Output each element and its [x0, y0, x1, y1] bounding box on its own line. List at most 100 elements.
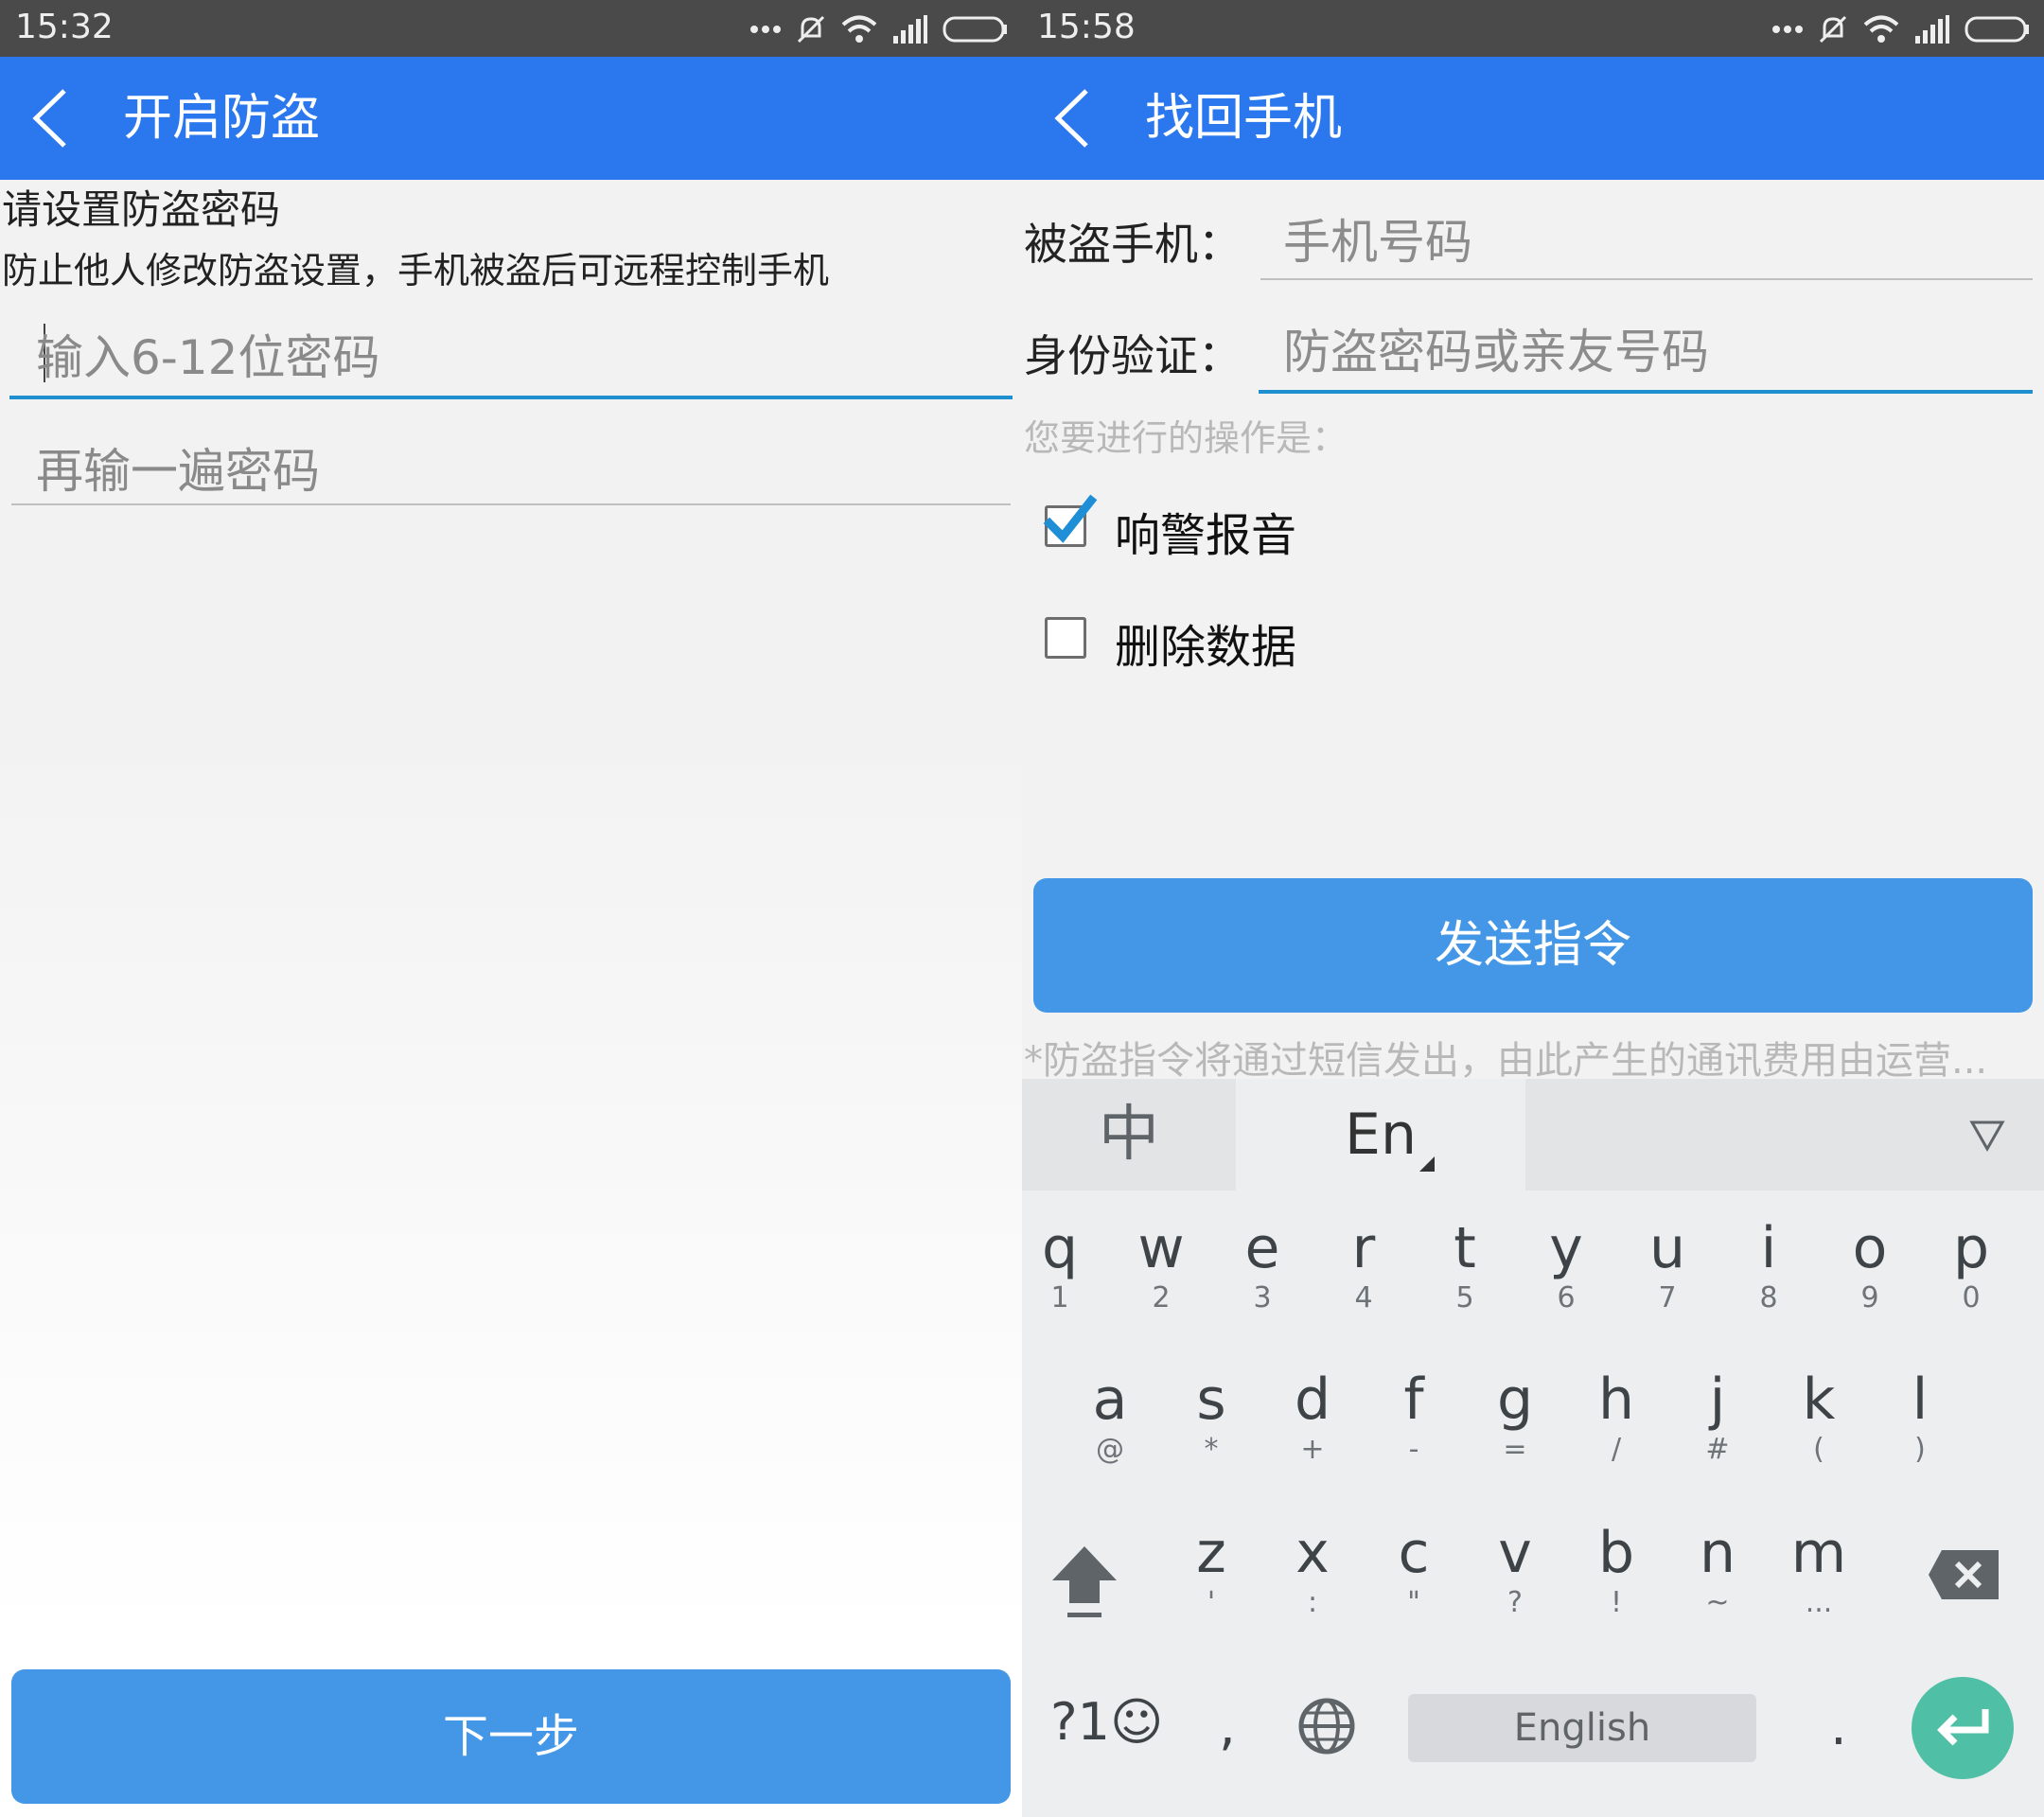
key-x[interactable]: x:	[1275, 1520, 1350, 1620]
phone-number-input[interactable]: 手机号码	[1260, 199, 2033, 280]
comma-key[interactable]: ,	[1219, 1696, 1236, 1757]
key-o[interactable]: o9	[1832, 1215, 1908, 1315]
sms-fee-notice: *防盗指令将通过短信发出，由此产生的通讯费用由运营...	[1024, 1039, 1988, 1083]
key-u[interactable]: u7	[1630, 1215, 1705, 1315]
key-r[interactable]: r4	[1326, 1215, 1401, 1315]
key-letter: o	[1852, 1215, 1888, 1281]
key-f[interactable]: f-	[1376, 1367, 1452, 1467]
wifi-icon	[1863, 15, 1899, 43]
key-s[interactable]: s *	[1173, 1367, 1249, 1467]
tab-chinese[interactable]: 中	[1022, 1079, 1236, 1191]
period-key[interactable]: .	[1830, 1696, 1847, 1757]
key-letter: a	[1092, 1367, 1128, 1433]
left-screen: 15:32 开启防盗 请设置防盗密码 防止他人修改防盗设置，手机被盗后可远程控制…	[0, 0, 1022, 1817]
page-title: 开启防盗	[123, 90, 321, 147]
enter-key[interactable]	[1912, 1677, 2014, 1779]
key-p[interactable]: p0	[1933, 1215, 2009, 1315]
wipe-data-checkbox[interactable]	[1045, 617, 1086, 659]
key-c[interactable]: c "	[1376, 1520, 1452, 1620]
key-k[interactable]: k(	[1781, 1367, 1857, 1467]
key-z[interactable]: z '	[1173, 1520, 1249, 1620]
key-secondary: 4	[1354, 1281, 1373, 1314]
key-letter: k	[1802, 1367, 1836, 1433]
alarm-checkbox[interactable]	[1043, 494, 1098, 547]
tab-english[interactable]: En	[1236, 1079, 1525, 1191]
verify-label: 身份验证：	[1024, 330, 1242, 381]
verify-input[interactable]: 防盗密码或亲友号码	[1259, 309, 2033, 394]
key-secondary: 3	[1253, 1281, 1272, 1314]
key-e[interactable]: e3	[1225, 1215, 1300, 1315]
key-a[interactable]: a @	[1072, 1367, 1148, 1467]
symbols-key[interactable]: ?1☺	[1050, 1692, 1163, 1752]
mute-icon	[1819, 15, 1847, 44]
key-letter: z	[1196, 1520, 1226, 1586]
right-screen: 15:58 找回手机 被盗手机： 手机号码 身份验证： 防盗密码或亲友号码 您要…	[1022, 0, 2044, 1817]
password-heading: 请设置防盗密码	[2, 186, 281, 233]
globe-icon[interactable]	[1296, 1696, 1357, 1756]
backspace-icon[interactable]	[1927, 1546, 2002, 1603]
key-secondary: 7	[1658, 1281, 1677, 1314]
key-secondary: '	[1207, 1586, 1216, 1619]
key-letter: s	[1196, 1367, 1226, 1433]
key-letter: d	[1294, 1367, 1331, 1433]
battery-icon	[943, 16, 1007, 43]
enter-icon	[1937, 1709, 1989, 1746]
key-d[interactable]: d +	[1275, 1367, 1350, 1467]
shift-icon[interactable]	[1047, 1541, 1122, 1626]
key-secondary: =	[1503, 1433, 1527, 1466]
key-secondary: 9	[1860, 1281, 1879, 1314]
dropdown-triangle-icon[interactable]	[1968, 1119, 2006, 1153]
more-dots-icon	[750, 26, 781, 33]
status-icons	[749, 11, 1009, 47]
key-secondary: /	[1611, 1433, 1622, 1466]
key-letter: w	[1137, 1215, 1185, 1281]
key-letter: v	[1498, 1520, 1532, 1586]
key-t[interactable]: t5	[1427, 1215, 1503, 1315]
key-h[interactable]: h /	[1578, 1367, 1654, 1467]
key-q[interactable]: q1	[1022, 1215, 1098, 1315]
tab-chinese-label: 中	[1099, 1100, 1159, 1170]
key-letter: h	[1597, 1367, 1635, 1433]
key-n[interactable]: n ~	[1680, 1520, 1755, 1620]
send-command-button[interactable]: 发送指令	[1033, 878, 2033, 1013]
alarm-option-label[interactable]: 响警报音	[1115, 498, 1296, 564]
key-secondary: 0	[1962, 1281, 1981, 1314]
key-v[interactable]: v?	[1477, 1520, 1553, 1620]
key-secondary: ...	[1805, 1586, 1833, 1619]
battery-icon	[1965, 16, 2029, 43]
key-l[interactable]: l)	[1882, 1367, 1958, 1467]
status-bar: 15:58	[1022, 0, 2044, 57]
key-secondary: +	[1300, 1433, 1325, 1466]
key-letter: g	[1496, 1367, 1534, 1433]
key-letter: c	[1398, 1520, 1430, 1586]
key-letter: y	[1549, 1215, 1583, 1281]
key-secondary: -	[1408, 1433, 1419, 1466]
key-letter: p	[1952, 1215, 1990, 1281]
key-letter: n	[1699, 1520, 1736, 1586]
confirm-password-input[interactable]: 再输一遍密码	[11, 422, 1011, 505]
key-letter: t	[1454, 1215, 1476, 1281]
key-letter: q	[1041, 1215, 1079, 1281]
status-time: 15:58	[1037, 8, 1136, 46]
key-letter: f	[1403, 1367, 1424, 1433]
key-y[interactable]: y6	[1528, 1215, 1604, 1315]
key-i[interactable]: i8	[1731, 1215, 1806, 1315]
signal-icon	[893, 15, 927, 44]
key-w[interactable]: w2	[1123, 1215, 1199, 1315]
page-title: 找回手机	[1145, 90, 1343, 147]
back-arrow-icon[interactable]	[1045, 83, 1101, 153]
password-input[interactable]: 输入6-12位密码	[9, 310, 1013, 399]
next-button[interactable]: 下一步	[11, 1669, 1011, 1804]
key-m[interactable]: m...	[1781, 1520, 1857, 1620]
key-b[interactable]: b!	[1578, 1520, 1654, 1620]
wipe-data-option-label[interactable]: 删除数据	[1115, 609, 1296, 676]
key-letter: u	[1648, 1215, 1686, 1281]
space-bar[interactable]: English	[1408, 1694, 1756, 1762]
status-time: 15:32	[15, 8, 114, 46]
back-arrow-icon[interactable]	[23, 83, 79, 153]
key-j[interactable]: j #	[1680, 1367, 1755, 1467]
status-icons	[1771, 11, 2031, 47]
signal-icon	[1915, 15, 1949, 44]
key-g[interactable]: g =	[1477, 1367, 1553, 1467]
key-secondary: 1	[1050, 1281, 1069, 1314]
